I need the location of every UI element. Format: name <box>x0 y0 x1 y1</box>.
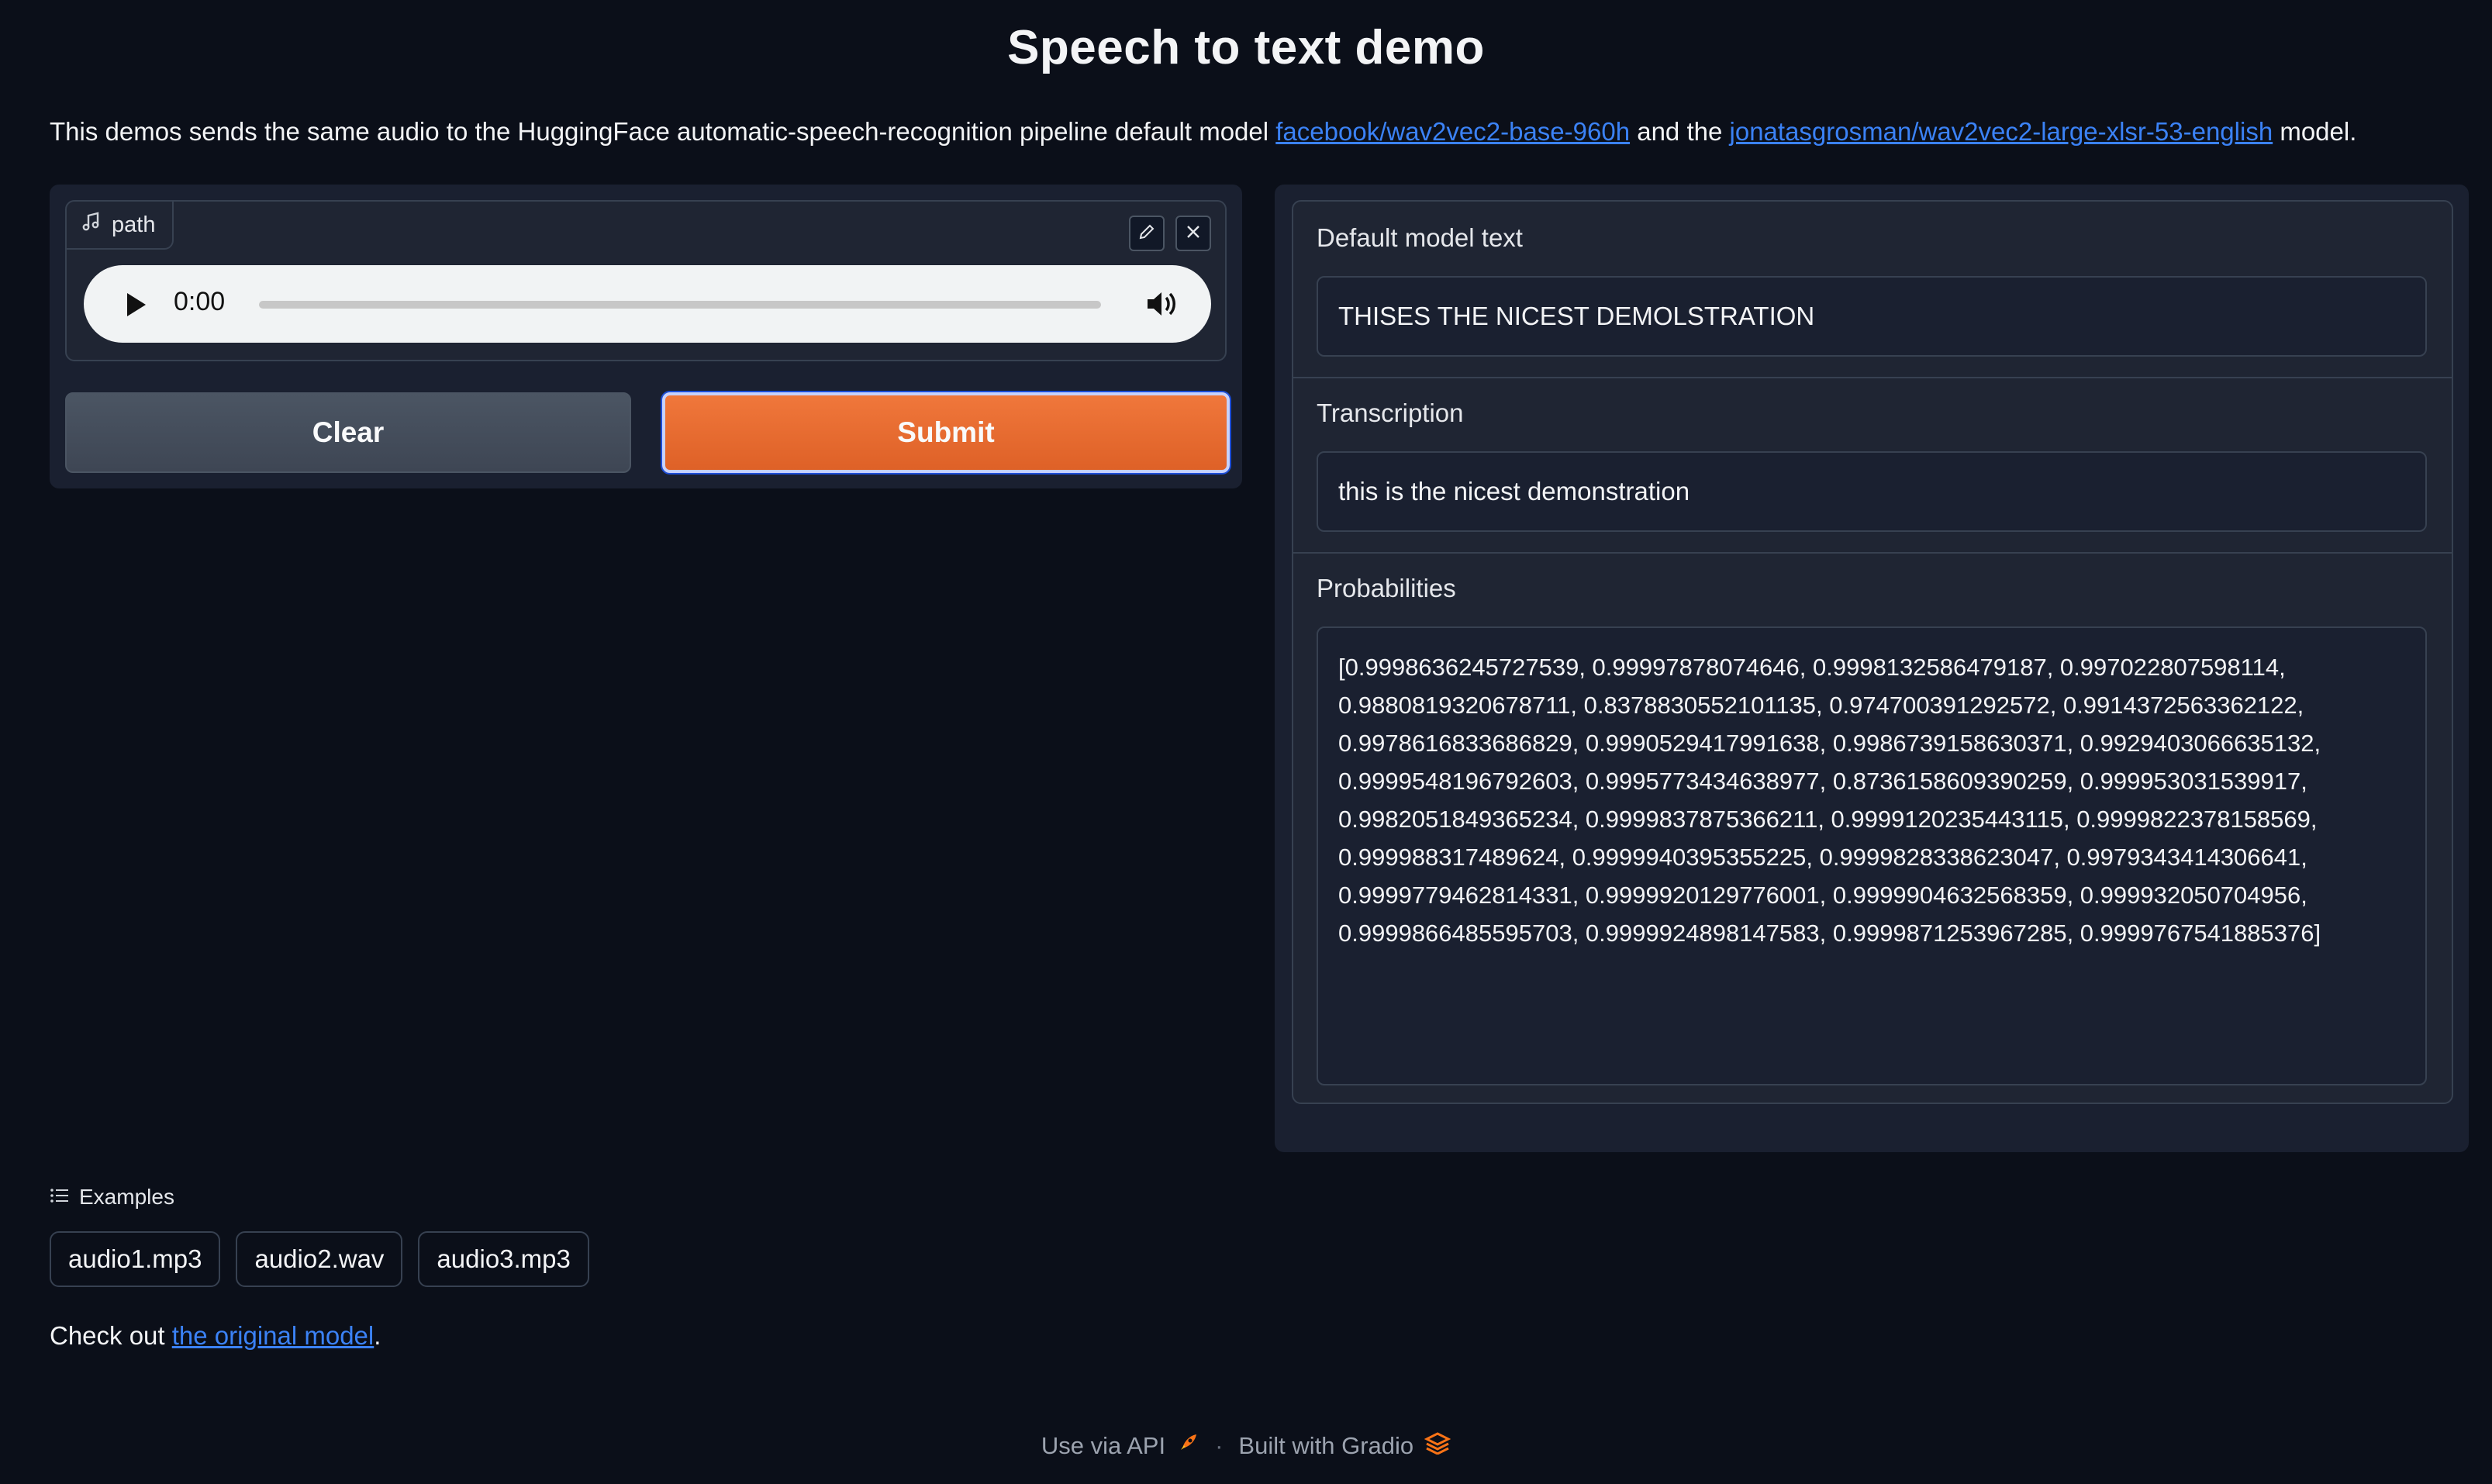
description-middle: and the <box>1630 117 1730 146</box>
original-model-link[interactable]: the original model <box>172 1321 374 1350</box>
audio-label-text: path <box>112 212 156 237</box>
audio-player: 0:00 <box>84 265 1211 343</box>
link-default-model[interactable]: facebook/wav2vec2-base-960h <box>1275 117 1630 146</box>
description-suffix: model. <box>2273 117 2357 146</box>
volume-icon[interactable] <box>1143 287 1180 321</box>
audio-actions <box>1129 216 1211 251</box>
examples-header: Examples <box>50 1185 174 1210</box>
description: This demos sends the same audio to the H… <box>50 113 2442 150</box>
input-panel: path 0:00 Clear Submit <box>50 185 1242 488</box>
play-icon[interactable] <box>127 293 146 316</box>
checkout-text: Check out the original model. <box>50 1321 381 1351</box>
link-large-model[interactable]: jonatasgrosman/wav2vec2-large-xlsr-53-en… <box>1730 117 2273 146</box>
audio-input: path 0:00 <box>65 200 1227 361</box>
rocket-icon <box>1176 1431 1199 1461</box>
player-time: 0:00 <box>174 287 226 316</box>
output-panel: Default model text THISES THE NICEST DEM… <box>1275 185 2469 1152</box>
checkout-prefix: Check out <box>50 1321 172 1350</box>
example-item[interactable]: audio1.mp3 <box>50 1231 221 1287</box>
transcription-label: Transcription <box>1317 399 1464 427</box>
footer-separator: · <box>1215 1432 1224 1459</box>
submit-button[interactable]: Submit <box>662 392 1230 473</box>
examples-list: audio1.mp3 audio2.wav audio3.mp3 <box>50 1231 589 1287</box>
pencil-icon <box>1137 223 1156 245</box>
divider <box>1293 377 2452 378</box>
example-item[interactable]: audio2.wav <box>236 1231 403 1287</box>
probabilities-label: Probabilities <box>1317 574 1456 602</box>
built-with-gradio-link[interactable]: Built with Gradio <box>1238 1431 1451 1461</box>
default-model-label: Default model text <box>1317 223 1523 252</box>
list-icon <box>50 1185 70 1210</box>
close-icon <box>1185 223 1202 244</box>
clear-button[interactable]: Clear <box>65 392 631 473</box>
description-prefix: This demos sends the same audio to the H… <box>50 117 1276 146</box>
checkout-suffix: . <box>374 1321 381 1350</box>
use-api-link[interactable]: Use via API <box>1041 1431 1199 1461</box>
use-api-label: Use via API <box>1041 1432 1166 1459</box>
divider <box>1293 552 2452 554</box>
edit-button[interactable] <box>1129 216 1165 251</box>
page-title: Speech to text demo <box>1007 21 1485 74</box>
music-icon <box>82 212 101 238</box>
gradio-logo-icon <box>1424 1431 1451 1461</box>
examples-heading: Examples <box>79 1185 174 1209</box>
default-model-textbox[interactable]: THISES THE NICEST DEMOLSTRATION <box>1317 276 2427 357</box>
built-with-gradio-label: Built with Gradio <box>1238 1432 1414 1459</box>
example-item[interactable]: audio3.mp3 <box>418 1231 589 1287</box>
output-fields: Default model text THISES THE NICEST DEM… <box>1292 200 2453 1104</box>
audio-label: path <box>67 202 174 250</box>
probabilities-textbox[interactable]: [0.9998636245727539, 0.99997878074646, 0… <box>1317 626 2427 1085</box>
clear-audio-button[interactable] <box>1175 216 1211 251</box>
progress-slider[interactable] <box>259 301 1101 309</box>
transcription-textbox[interactable]: this is the nicest demonstration <box>1317 451 2427 532</box>
page: Speech to text demo This demos sends the… <box>0 0 2492 1484</box>
footer: Use via API · Built with Gradio <box>0 1431 2492 1461</box>
